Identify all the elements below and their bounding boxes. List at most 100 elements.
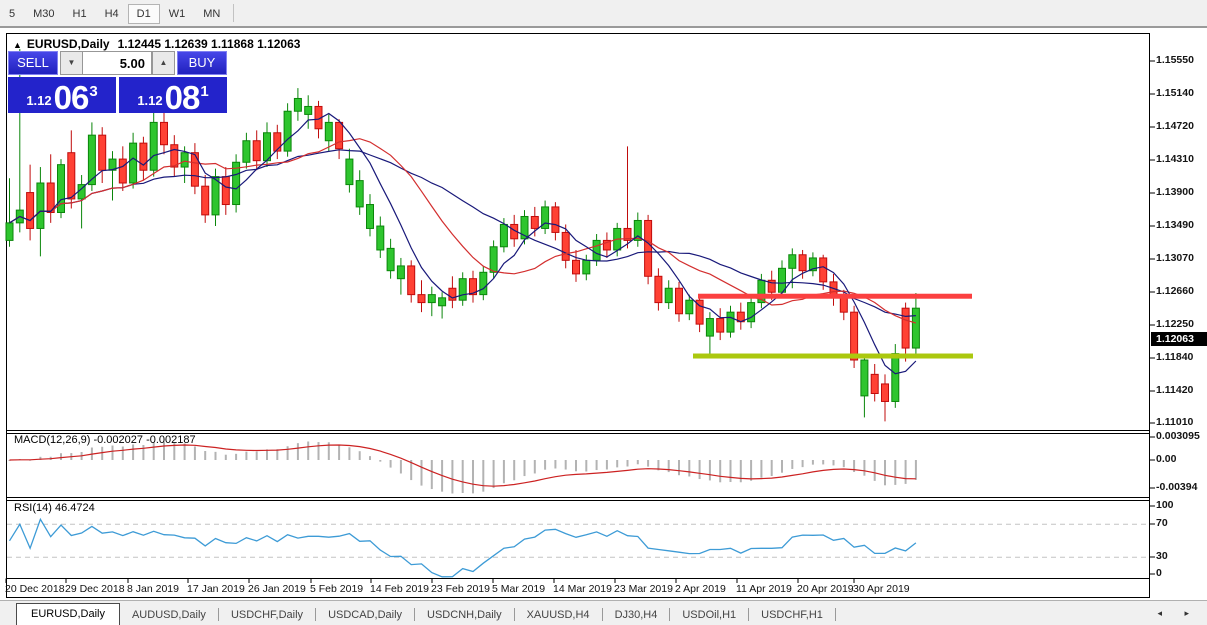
tab-xauusd-h4[interactable]: XAUUSD,H4 xyxy=(515,605,602,625)
macd-histogram-bar xyxy=(421,460,423,486)
price-axis-label: 1.12660 xyxy=(1156,285,1194,297)
ohlc-values: 1.12445 1.12639 1.11868 1.12063 xyxy=(118,37,301,51)
tab-dj30-h4[interactable]: DJ30,H4 xyxy=(603,605,670,625)
candle-body xyxy=(387,248,394,270)
macd-histogram-bar xyxy=(390,460,392,468)
candle-body xyxy=(428,295,435,303)
macd-histogram-bar xyxy=(101,447,103,460)
volume-increase-button[interactable]: ▲ xyxy=(152,51,175,75)
candle-body xyxy=(161,122,168,144)
buy-button[interactable]: BUY xyxy=(177,51,227,75)
macd-histogram-bar xyxy=(750,460,752,481)
date-axis-label: 17 Jan 2019 xyxy=(187,583,245,595)
candle-body xyxy=(356,181,363,207)
chart-frame xyxy=(7,34,1150,598)
macd-histogram-bar xyxy=(472,460,474,493)
macd-axis-label: 0.00 xyxy=(1156,453,1176,465)
macd-histogram-bar xyxy=(482,460,484,492)
date-axis-label: 2 Apr 2019 xyxy=(675,583,726,595)
macd-histogram-bar xyxy=(287,446,289,460)
sell-price-big: 06 xyxy=(54,85,89,111)
date-axis-label: 23 Mar 2019 xyxy=(614,583,673,595)
macd-histogram-bar xyxy=(544,460,546,470)
price-axis-label: 1.12250 xyxy=(1156,318,1194,330)
rsi-axis-label: 0 xyxy=(1156,567,1162,579)
trading-app-window: 5 M30 H1 H4 D1 W1 MN ▲EURUSD,Daily1.1244… xyxy=(0,0,1207,625)
candle-body xyxy=(459,279,466,301)
macd-axis-label: 0.003095 xyxy=(1156,430,1200,442)
buy-price-sup: 1 xyxy=(200,87,208,97)
candle-body xyxy=(264,133,271,161)
date-axis-label: 20 Dec 2018 xyxy=(5,583,65,595)
tab-eurusd-daily[interactable]: EURUSD,Daily xyxy=(16,603,120,625)
macd-histogram-bar xyxy=(379,460,381,462)
candle-body xyxy=(212,177,219,215)
macd-histogram-bar xyxy=(822,460,824,464)
macd-histogram-bar xyxy=(245,452,247,460)
candle-body xyxy=(37,183,44,228)
macd-histogram-bar xyxy=(565,460,567,470)
tab-usdcnh-daily[interactable]: USDCNH,Daily xyxy=(415,605,514,625)
candle-body xyxy=(377,226,384,250)
date-axis-label: 29 Dec 2018 xyxy=(65,583,125,595)
symbol-period-label: EURUSD,Daily xyxy=(27,37,110,51)
volume-decrease-button[interactable]: ▼ xyxy=(60,51,83,75)
candle-body xyxy=(665,288,672,302)
candle-body xyxy=(284,111,291,151)
macd-histogram-bar xyxy=(833,460,835,465)
candle-body xyxy=(130,143,137,183)
buy-price-big: 08 xyxy=(165,85,200,111)
macd-histogram-bar xyxy=(266,449,268,460)
tab-usdoil-h1[interactable]: USDOil,H1 xyxy=(670,605,748,625)
volume-input[interactable] xyxy=(82,51,152,75)
candle-body xyxy=(150,122,157,170)
candle-body xyxy=(717,319,724,333)
sell-button[interactable]: SELL xyxy=(8,51,58,75)
tab-scroll-arrows[interactable]: ◂ ▸ xyxy=(1157,608,1199,619)
price-axis-label: 1.11840 xyxy=(1156,351,1193,363)
price-axis-label: 1.11010 xyxy=(1156,416,1193,428)
macd-histogram-bar xyxy=(874,460,876,481)
candle-body xyxy=(99,135,106,170)
macd-histogram-bar xyxy=(307,441,309,460)
chart-title: ▲ EURUSD,Daily 1.12445 1.12639 1.11868 1.1… xyxy=(13,37,300,51)
buy-price-base: 1.12 xyxy=(137,91,162,111)
sell-price-base: 1.12 xyxy=(26,91,51,111)
sell-price-box[interactable]: 1.12 06 3 xyxy=(8,77,116,113)
macd-indicator-label: MACD(12,26,9) -0.002027 -0.002187 xyxy=(14,434,196,446)
date-axis-label: 11 Apr 2019 xyxy=(736,583,792,595)
one-click-trading-panel: SELL ▼ ▲ BUY 1.12 06 3 1.12 08 1 xyxy=(8,51,227,113)
tab-audusd-daily[interactable]: AUDUSD,Daily xyxy=(120,605,218,625)
macd-histogram-bar xyxy=(359,451,361,460)
macd-histogram-bar xyxy=(575,460,577,471)
tab-usdchf-h1[interactable]: USDCHF,H1 xyxy=(749,605,835,625)
candle-body xyxy=(367,205,374,229)
date-axis-label: 5 Feb 2019 xyxy=(310,583,363,595)
candle-body xyxy=(253,141,260,161)
price-axis-label: 1.13490 xyxy=(1156,219,1194,231)
tab-usdcad-daily[interactable]: USDCAD,Daily xyxy=(316,605,414,625)
tab-usdchf-daily[interactable]: USDCHF,Daily xyxy=(219,605,315,625)
macd-histogram-bar xyxy=(709,460,711,480)
collapse-panel-icon[interactable]: ▲ xyxy=(13,40,22,50)
date-axis-label: 14 Mar 2019 xyxy=(553,583,612,595)
candle-body xyxy=(686,300,693,314)
macd-histogram-bar xyxy=(493,460,495,488)
price-axis-label: 1.15550 xyxy=(1156,54,1194,66)
candle-body xyxy=(243,141,250,163)
candle-body xyxy=(325,122,332,140)
macd-histogram-bar xyxy=(616,460,618,467)
macd-histogram-bar xyxy=(688,460,690,476)
candle-body xyxy=(490,247,497,273)
macd-histogram-bar xyxy=(534,460,536,473)
candle-body xyxy=(861,360,868,396)
macd-histogram-bar xyxy=(843,460,845,467)
price-axis-label: 1.14310 xyxy=(1156,153,1194,165)
macd-histogram-bar xyxy=(678,460,680,475)
buy-price-box[interactable]: 1.12 08 1 xyxy=(119,77,227,113)
macd-histogram-bar xyxy=(369,456,371,460)
date-axis-label: 14 Feb 2019 xyxy=(370,583,429,595)
macd-histogram-bar xyxy=(318,442,320,460)
macd-histogram-bar xyxy=(297,443,299,460)
candle-body xyxy=(892,354,899,402)
